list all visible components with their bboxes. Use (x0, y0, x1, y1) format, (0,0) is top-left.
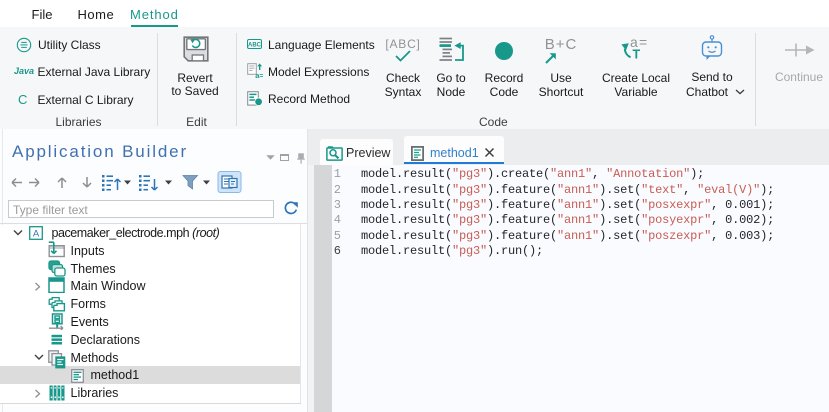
svg-text:a=: a= (255, 71, 263, 78)
svg-text:ABC: ABC (248, 42, 262, 48)
svg-text:T: T (633, 47, 641, 61)
svg-text:A: A (33, 228, 40, 239)
